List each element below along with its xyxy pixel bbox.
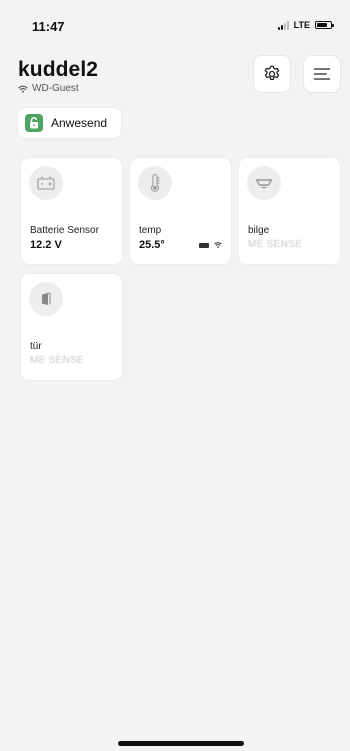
- signal-icon: [277, 20, 289, 30]
- device-card-batterie-sensor[interactable]: Batterie Sensor 12.2 V: [21, 158, 122, 264]
- device-value: ME SENSE: [30, 355, 85, 366]
- device-icon-container: [29, 166, 63, 200]
- menu-button[interactable]: [304, 56, 340, 92]
- device-icon-container: [138, 166, 172, 200]
- device-label: bilge: [248, 225, 270, 236]
- device-value: ME SENSE: [248, 239, 303, 250]
- device-label: temp: [139, 225, 162, 236]
- thermometer-icon: [150, 174, 160, 192]
- device-card-temp[interactable]: temp 25.5°: [130, 158, 231, 264]
- battery-level-icon: [199, 242, 209, 248]
- device-status-indicators: [199, 242, 222, 248]
- status-time: 11:47: [32, 19, 65, 34]
- status-bar: 11:47 LTE: [0, 0, 350, 44]
- page-title: kuddel2: [18, 58, 99, 81]
- device-card-bilge[interactable]: bilge ME SENSE: [239, 158, 340, 264]
- presence-label: Anwesend: [51, 116, 108, 130]
- network-name: WD-Guest: [32, 83, 79, 94]
- device-label: Batterie Sensor: [30, 225, 99, 236]
- device-icon-container: [29, 282, 63, 316]
- device-value: 25.5°: [139, 239, 165, 251]
- carrier-label: LTE: [293, 20, 310, 30]
- network-info: WD-Guest: [18, 83, 98, 94]
- wifi-icon: [214, 242, 222, 248]
- door-icon: [42, 292, 51, 305]
- presence-toggle[interactable]: Anwesend: [18, 108, 122, 138]
- unlock-icon: [25, 114, 43, 132]
- device-card-tuer[interactable]: tür ME SENSE: [21, 274, 122, 380]
- battery-status-icon: [315, 21, 334, 29]
- device-icon-container: [247, 166, 281, 200]
- battery-icon: [37, 176, 55, 190]
- home-header: kuddel2 WD-Guest: [18, 58, 98, 94]
- sensor-icon: [255, 179, 273, 189]
- home-indicator[interactable]: [118, 741, 244, 746]
- wifi-icon: [18, 85, 28, 92]
- device-value: 12.2 V: [30, 239, 62, 251]
- menu-icon: [313, 68, 331, 80]
- gear-icon: [264, 65, 280, 81]
- settings-button[interactable]: [254, 56, 290, 92]
- device-label: tür: [30, 341, 42, 352]
- status-indicators: LTE: [277, 20, 334, 30]
